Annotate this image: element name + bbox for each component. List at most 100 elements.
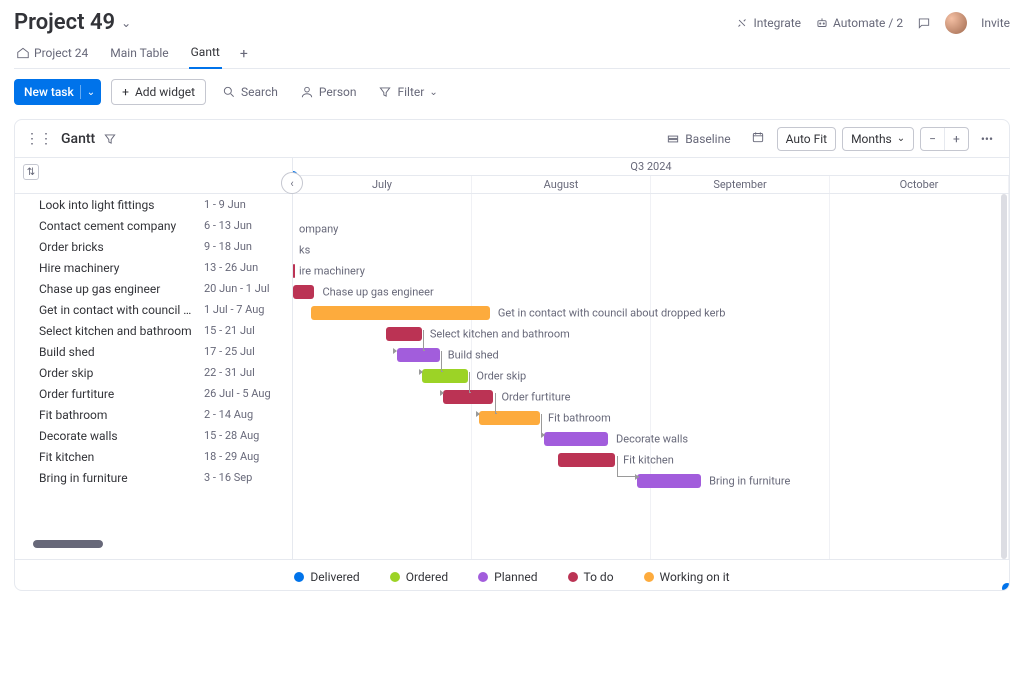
task-row[interactable]: Contact cement company6 - 13 Jun	[15, 215, 292, 236]
task-row[interactable]: Select kitchen and bathroom15 - 21 Jul	[15, 320, 292, 341]
task-row[interactable]: Order furtiture26 Jul - 5 Aug	[15, 383, 292, 404]
timescale-label: Months	[851, 132, 892, 146]
baseline-icon	[666, 132, 680, 146]
task-row[interactable]: Order bricks9 - 18 Jun	[15, 236, 292, 257]
avatar[interactable]	[945, 12, 967, 34]
gantt-bar[interactable]: Build shed	[397, 348, 440, 362]
chevron-down-icon: ⌄	[897, 133, 905, 144]
board-title-wrap[interactable]: Project 49 ⌄	[14, 10, 131, 35]
gantt-bar[interactable]: Decorate walls	[544, 432, 608, 446]
zoom-out-button[interactable]: −	[921, 128, 944, 150]
tab-label: Gantt	[191, 45, 220, 59]
autofit-button[interactable]: Auto Fit	[777, 127, 836, 151]
task-row[interactable]: Order skip22 - 31 Jul	[15, 362, 292, 383]
integrate-label: Integrate	[753, 16, 801, 30]
gantt-title: Gantt	[61, 131, 95, 147]
dependency-line	[469, 372, 471, 393]
gantt-bar[interactable]: Order skip	[422, 369, 469, 383]
task-row[interactable]: Fit bathroom2 - 14 Aug	[15, 404, 292, 425]
dependency-line	[495, 393, 497, 414]
legend-item: To do	[568, 570, 614, 584]
add-tab-button[interactable]: +	[240, 46, 248, 62]
gantt-bar[interactable]: Chase up gas engineer	[293, 285, 314, 299]
task-row[interactable]: Fit kitchen18 - 29 Aug	[15, 446, 292, 467]
new-task-button[interactable]: New task ⌄	[14, 79, 101, 105]
timescale-select[interactable]: Months ⌄	[842, 127, 914, 151]
task-row[interactable]: Build shed17 - 25 Jul	[15, 341, 292, 362]
plug-icon	[735, 16, 749, 30]
gantt-row	[293, 197, 1009, 218]
collapse-groups-icon[interactable]: ⇅	[23, 164, 39, 180]
task-row[interactable]: Look into light fittings1 - 9 Jun	[15, 194, 292, 215]
dependency-arrow-icon	[541, 432, 545, 438]
automate-button[interactable]: Automate / 2	[815, 16, 903, 30]
task-name: Look into light fittings	[39, 198, 204, 212]
task-name: Fit kitchen	[39, 450, 204, 464]
task-row[interactable]: Chase up gas engineer20 Jun - 1 Jul	[15, 278, 292, 299]
task-row[interactable]: Bring in furniture3 - 16 Sep	[15, 467, 292, 488]
invite-button[interactable]: Invite	[981, 16, 1010, 30]
filter-icon[interactable]	[103, 132, 117, 146]
gantt-row: Order skip	[293, 365, 1009, 386]
tab-gantt[interactable]: Gantt	[189, 39, 222, 69]
plus-icon: +	[122, 85, 129, 99]
dependency-arrow-icon	[476, 411, 480, 417]
person-filter-button[interactable]: Person	[294, 81, 363, 103]
filter-label: Filter	[397, 85, 424, 99]
gantt-bar[interactable]: Select kitchen and bathroom	[386, 327, 422, 341]
task-row[interactable]: Decorate walls15 - 28 Aug	[15, 425, 292, 446]
add-widget-button[interactable]: + Add widget	[111, 79, 206, 105]
legend-swatch	[478, 572, 488, 582]
chevron-down-icon: ⌄	[429, 87, 437, 98]
horizontal-scrollbar[interactable]	[33, 540, 103, 548]
resize-handle[interactable]	[1002, 583, 1010, 591]
zoom-in-button[interactable]: +	[944, 128, 968, 150]
integrate-button[interactable]: Integrate	[735, 16, 801, 30]
tab-label: Main Table	[110, 46, 168, 60]
today-button[interactable]	[745, 126, 771, 151]
month-header: JulyAugustSeptemberOctober	[293, 176, 1009, 194]
task-name: Order bricks	[39, 240, 204, 254]
task-name: Decorate walls	[39, 429, 204, 443]
add-widget-label: Add widget	[135, 85, 195, 99]
gantt-row: Select kitchen and bathroom	[293, 323, 1009, 344]
legend-label: Delivered	[310, 570, 359, 584]
search-button[interactable]: Search	[216, 81, 284, 103]
tab-main-table[interactable]: Main Table	[108, 40, 170, 68]
filter-icon	[378, 85, 392, 99]
baseline-button[interactable]: Baseline	[658, 128, 738, 150]
chevron-down-icon: ⌄	[87, 87, 95, 98]
collapse-handle[interactable]: ‹	[281, 172, 303, 194]
baseline-label: Baseline	[685, 132, 730, 146]
legend-item: Planned	[478, 570, 537, 584]
legend-label: Planned	[494, 570, 537, 584]
vertical-scrollbar[interactable]	[1001, 194, 1007, 559]
task-row[interactable]: Hire machinery13 - 26 Jun	[15, 257, 292, 278]
task-date: 1 - 9 Jun	[204, 198, 292, 211]
gantt-bar[interactable]: Fit bathroom	[479, 411, 540, 425]
tab-project24[interactable]: Project 24	[14, 40, 90, 68]
gantt-bar[interactable]: Get in contact with council about droppe…	[311, 306, 490, 320]
gantt-bar-label: Bring in furniture	[709, 474, 790, 487]
task-list-pane: ‹ ⇅ Look into light fittings1 - 9 JunCon…	[15, 158, 293, 559]
task-row[interactable]: Get in contact with council ab..1 Jul - …	[15, 299, 292, 320]
gantt-chart-pane[interactable]: Q3 2024 JulyAugustSeptemberOctober ompan…	[293, 158, 1009, 559]
gantt-bar[interactable]: Bring in furniture	[637, 474, 701, 488]
board-title: Project 49	[14, 10, 115, 35]
gantt-row: Order furtiture	[293, 386, 1009, 407]
activity-button[interactable]	[917, 16, 931, 30]
tab-label: Project 24	[34, 46, 88, 60]
gantt-bar[interactable]	[293, 264, 295, 278]
task-name: Get in contact with council ab..	[39, 303, 204, 317]
drag-handle-icon[interactable]: ⋮⋮	[25, 131, 53, 147]
more-options-button[interactable]: •••	[975, 128, 999, 150]
filter-button[interactable]: Filter ⌄	[372, 81, 443, 103]
legend-swatch	[294, 572, 304, 582]
gantt-row: ompany	[293, 218, 1009, 239]
legend-item: Working on it	[644, 570, 730, 584]
search-icon	[222, 85, 236, 99]
task-date: 20 Jun - 1 Jul	[204, 282, 292, 295]
legend-swatch	[390, 572, 400, 582]
gantt-bar[interactable]: Fit kitchen	[558, 453, 615, 467]
legend-label: Ordered	[406, 570, 448, 584]
